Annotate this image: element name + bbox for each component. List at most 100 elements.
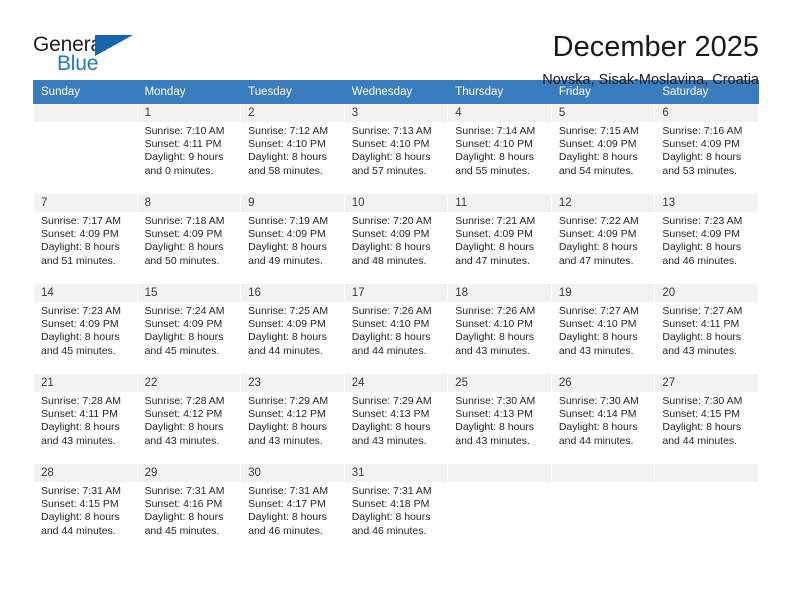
calendar-day-cell[interactable]: 25 Sunrise: 7:30 AM Sunset: 4:13 PM Dayligh… bbox=[447, 373, 552, 464]
day-details: Sunrise: 7:10 AM Sunset: 4:11 PM Daylight:… bbox=[138, 122, 241, 178]
sunrise-time: Sunrise: 7:18 AM bbox=[144, 215, 225, 227]
calendar-day-cell[interactable]: 15 Sunrise: 7:24 AM Sunset: 4:09 PM Dayligh… bbox=[136, 283, 242, 374]
sunset-time: Sunset: 4:15 PM bbox=[41, 498, 119, 511]
day-cell-inner: 26 Sunrise: 7:30 AM Sunset: 4:14 PM Dayligh… bbox=[551, 374, 655, 463]
sunrise-time: Sunrise: 7:23 AM bbox=[662, 215, 743, 227]
day-details: Sunrise: 7:14 AM Sunset: 4:10 PM Daylight:… bbox=[448, 122, 551, 178]
day-cell-inner: 20 Sunrise: 7:27 AM Sunset: 4:11 PM Dayligh… bbox=[655, 284, 758, 373]
daylight-duration-line2: and 50 minutes. bbox=[144, 254, 220, 267]
calendar-day-cell[interactable]: 22 Sunrise: 7:28 AM Sunset: 4:12 PM Dayligh… bbox=[136, 373, 242, 464]
day-cell-inner bbox=[551, 464, 655, 553]
daylight-duration-line1: Daylight: 8 hours bbox=[455, 151, 535, 164]
calendar-day-cell[interactable]: 12 Sunrise: 7:22 AM Sunset: 4:09 PM Dayligh… bbox=[550, 193, 656, 284]
calendar-day-cell[interactable]: 24 Sunrise: 7:29 AM Sunset: 4:13 PM Dayligh… bbox=[343, 373, 449, 464]
sunset-time: Sunset: 4:13 PM bbox=[455, 408, 533, 421]
daylight-duration-line1: Daylight: 8 hours bbox=[558, 151, 638, 164]
calendar-day-cell[interactable]: 29 Sunrise: 7:31 AM Sunset: 4:16 PM Dayligh… bbox=[136, 463, 242, 554]
calendar-body: 1 Sunrise: 7:10 AM Sunset: 4:11 PM Daylight… bbox=[33, 103, 759, 554]
calendar-day-cell[interactable]: 14 Sunrise: 7:23 AM Sunset: 4:09 PM Dayligh… bbox=[33, 283, 138, 374]
page-header: General Blue December 2025 Novska, Sisak… bbox=[33, 0, 759, 88]
sunrise-time: Sunrise: 7:31 AM bbox=[41, 485, 121, 497]
sunset-time: Sunset: 4:10 PM bbox=[351, 138, 430, 151]
day-details: Sunrise: 7:27 AM Sunset: 4:11 PM Daylight:… bbox=[655, 302, 758, 358]
sunrise-time: Sunrise: 7:31 AM bbox=[144, 485, 225, 497]
sunset-time: Sunset: 4:09 PM bbox=[248, 228, 326, 241]
sunset-time: Sunset: 4:12 PM bbox=[248, 408, 326, 421]
sunrise-time: Sunrise: 7:28 AM bbox=[41, 395, 121, 407]
sunrise-time: Sunrise: 7:28 AM bbox=[144, 395, 225, 407]
calendar-day-cell[interactable]: 30 Sunrise: 7:31 AM Sunset: 4:17 PM Dayligh… bbox=[240, 463, 345, 554]
calendar-day-cell[interactable]: 1 Sunrise: 7:10 AM Sunset: 4:11 PM Daylight… bbox=[136, 103, 242, 194]
daylight-duration-line2: and 48 minutes. bbox=[351, 254, 427, 267]
daylight-duration-line1: Daylight: 8 hours bbox=[248, 511, 327, 524]
day-number: 13 bbox=[655, 194, 758, 212]
sunset-time: Sunset: 4:09 PM bbox=[144, 228, 223, 241]
sunrise-time: Sunrise: 7:26 AM bbox=[351, 305, 432, 317]
day-cell-inner: 8 Sunrise: 7:18 AM Sunset: 4:09 PM Daylight… bbox=[137, 194, 241, 283]
day-details: Sunrise: 7:28 AM Sunset: 4:11 PM Daylight:… bbox=[34, 392, 137, 448]
calendar-day-cell[interactable]: 13 Sunrise: 7:23 AM Sunset: 4:09 PM Dayligh… bbox=[654, 193, 759, 284]
sunset-time: Sunset: 4:13 PM bbox=[351, 408, 430, 421]
daylight-duration-line1: Daylight: 8 hours bbox=[662, 151, 742, 164]
calendar-day-cell[interactable]: 19 Sunrise: 7:27 AM Sunset: 4:10 PM Dayligh… bbox=[550, 283, 656, 374]
calendar-week-row: 28 Sunrise: 7:31 AM Sunset: 4:15 PM Dayligh… bbox=[33, 463, 759, 554]
day-cell-inner: 25 Sunrise: 7:30 AM Sunset: 4:13 PM Dayligh… bbox=[448, 374, 551, 463]
calendar-day-cell[interactable]: 17 Sunrise: 7:26 AM Sunset: 4:10 PM Dayligh… bbox=[343, 283, 449, 374]
calendar-day-cell[interactable]: 20 Sunrise: 7:27 AM Sunset: 4:11 PM Dayligh… bbox=[654, 283, 759, 374]
calendar-day-cell[interactable]: 8 Sunrise: 7:18 AM Sunset: 4:09 PM Daylight… bbox=[136, 193, 242, 284]
day-cell-inner: 22 Sunrise: 7:28 AM Sunset: 4:12 PM Dayligh… bbox=[137, 374, 241, 463]
calendar-day-cell[interactable]: 4 Sunrise: 7:14 AM Sunset: 4:10 PM Daylight… bbox=[447, 103, 552, 194]
weekday-header-thursday: Thursday bbox=[447, 80, 552, 104]
sunrise-time: Sunrise: 7:22 AM bbox=[558, 215, 639, 227]
weekday-header-wednesday: Wednesday bbox=[343, 80, 449, 104]
calendar-day-cell[interactable]: 16 Sunrise: 7:25 AM Sunset: 4:09 PM Dayligh… bbox=[240, 283, 345, 374]
daylight-duration-line1: Daylight: 8 hours bbox=[248, 331, 327, 344]
sunrise-time: Sunrise: 7:21 AM bbox=[455, 215, 536, 227]
calendar-day-cell[interactable]: 18 Sunrise: 7:26 AM Sunset: 4:10 PM Dayligh… bbox=[447, 283, 552, 374]
sunset-time: Sunset: 4:11 PM bbox=[662, 318, 740, 331]
sunrise-time: Sunrise: 7:30 AM bbox=[662, 395, 743, 407]
day-details: Sunrise: 7:12 AM Sunset: 4:10 PM Daylight:… bbox=[241, 122, 344, 178]
sunset-time: Sunset: 4:09 PM bbox=[455, 228, 533, 241]
sunset-time: Sunset: 4:09 PM bbox=[558, 228, 637, 241]
sunrise-time: Sunrise: 7:13 AM bbox=[351, 125, 432, 137]
calendar-day-cell[interactable]: 31 Sunrise: 7:31 AM Sunset: 4:18 PM Dayligh… bbox=[343, 463, 449, 554]
day-cell-inner: 10 Sunrise: 7:20 AM Sunset: 4:09 PM Dayligh… bbox=[344, 194, 448, 283]
calendar-day-cell-empty bbox=[33, 103, 138, 194]
daylight-duration-line1: Daylight: 8 hours bbox=[41, 241, 120, 254]
day-number: 29 bbox=[137, 464, 241, 482]
daylight-duration-line2: and 43 minutes. bbox=[455, 344, 530, 357]
calendar-day-cell[interactable]: 26 Sunrise: 7:30 AM Sunset: 4:14 PM Dayligh… bbox=[550, 373, 656, 464]
calendar-day-cell[interactable]: 2 Sunrise: 7:12 AM Sunset: 4:10 PM Daylight… bbox=[240, 103, 345, 194]
calendar-day-cell[interactable]: 7 Sunrise: 7:17 AM Sunset: 4:09 PM Daylight… bbox=[33, 193, 138, 284]
calendar-day-cell[interactable]: 5 Sunrise: 7:15 AM Sunset: 4:09 PM Daylight… bbox=[550, 103, 656, 194]
sunrise-time: Sunrise: 7:30 AM bbox=[455, 395, 536, 407]
day-number: 12 bbox=[551, 194, 655, 212]
calendar-day-cell[interactable]: 3 Sunrise: 7:13 AM Sunset: 4:10 PM Daylight… bbox=[343, 103, 449, 194]
daylight-duration-line2: and 43 minutes. bbox=[144, 434, 220, 447]
daylight-duration-line1: Daylight: 8 hours bbox=[558, 241, 638, 254]
calendar-day-cell[interactable]: 21 Sunrise: 7:28 AM Sunset: 4:11 PM Dayligh… bbox=[33, 373, 138, 464]
calendar-day-cell[interactable]: 10 Sunrise: 7:20 AM Sunset: 4:09 PM Dayligh… bbox=[343, 193, 449, 284]
sunset-time: Sunset: 4:14 PM bbox=[558, 408, 637, 421]
day-number: 18 bbox=[448, 284, 551, 302]
day-details: Sunrise: 7:31 AM Sunset: 4:16 PM Daylight:… bbox=[138, 482, 241, 538]
day-details: Sunrise: 7:24 AM Sunset: 4:09 PM Daylight:… bbox=[138, 302, 241, 358]
calendar-day-cell[interactable]: 11 Sunrise: 7:21 AM Sunset: 4:09 PM Dayligh… bbox=[447, 193, 552, 284]
calendar-day-cell[interactable]: 27 Sunrise: 7:30 AM Sunset: 4:15 PM Dayligh… bbox=[654, 373, 759, 464]
daylight-duration-line1: Daylight: 9 hours bbox=[144, 151, 224, 164]
day-cell-inner: 17 Sunrise: 7:26 AM Sunset: 4:10 PM Dayligh… bbox=[344, 284, 448, 373]
calendar-day-cell[interactable]: 28 Sunrise: 7:31 AM Sunset: 4:15 PM Dayligh… bbox=[33, 463, 138, 554]
sunrise-time: Sunrise: 7:31 AM bbox=[248, 485, 329, 497]
day-cell-inner: 19 Sunrise: 7:27 AM Sunset: 4:10 PM Dayligh… bbox=[551, 284, 655, 373]
day-details: Sunrise: 7:30 AM Sunset: 4:13 PM Daylight:… bbox=[448, 392, 551, 448]
calendar-day-cell[interactable]: 9 Sunrise: 7:19 AM Sunset: 4:09 PM Daylight… bbox=[240, 193, 345, 284]
general-blue-logo[interactable]: General Blue bbox=[33, 30, 143, 76]
calendar-day-cell[interactable]: 6 Sunrise: 7:16 AM Sunset: 4:09 PM Daylight… bbox=[654, 103, 759, 194]
calendar-day-cell[interactable]: 23 Sunrise: 7:29 AM Sunset: 4:12 PM Dayligh… bbox=[240, 373, 345, 464]
sunset-time: Sunset: 4:09 PM bbox=[41, 318, 119, 331]
sunrise-time: Sunrise: 7:17 AM bbox=[41, 215, 121, 227]
daylight-duration-line1: Daylight: 8 hours bbox=[351, 241, 431, 254]
day-details: Sunrise: 7:30 AM Sunset: 4:14 PM Daylight:… bbox=[552, 392, 655, 448]
day-details: Sunrise: 7:31 AM Sunset: 4:15 PM Daylight:… bbox=[34, 482, 137, 538]
